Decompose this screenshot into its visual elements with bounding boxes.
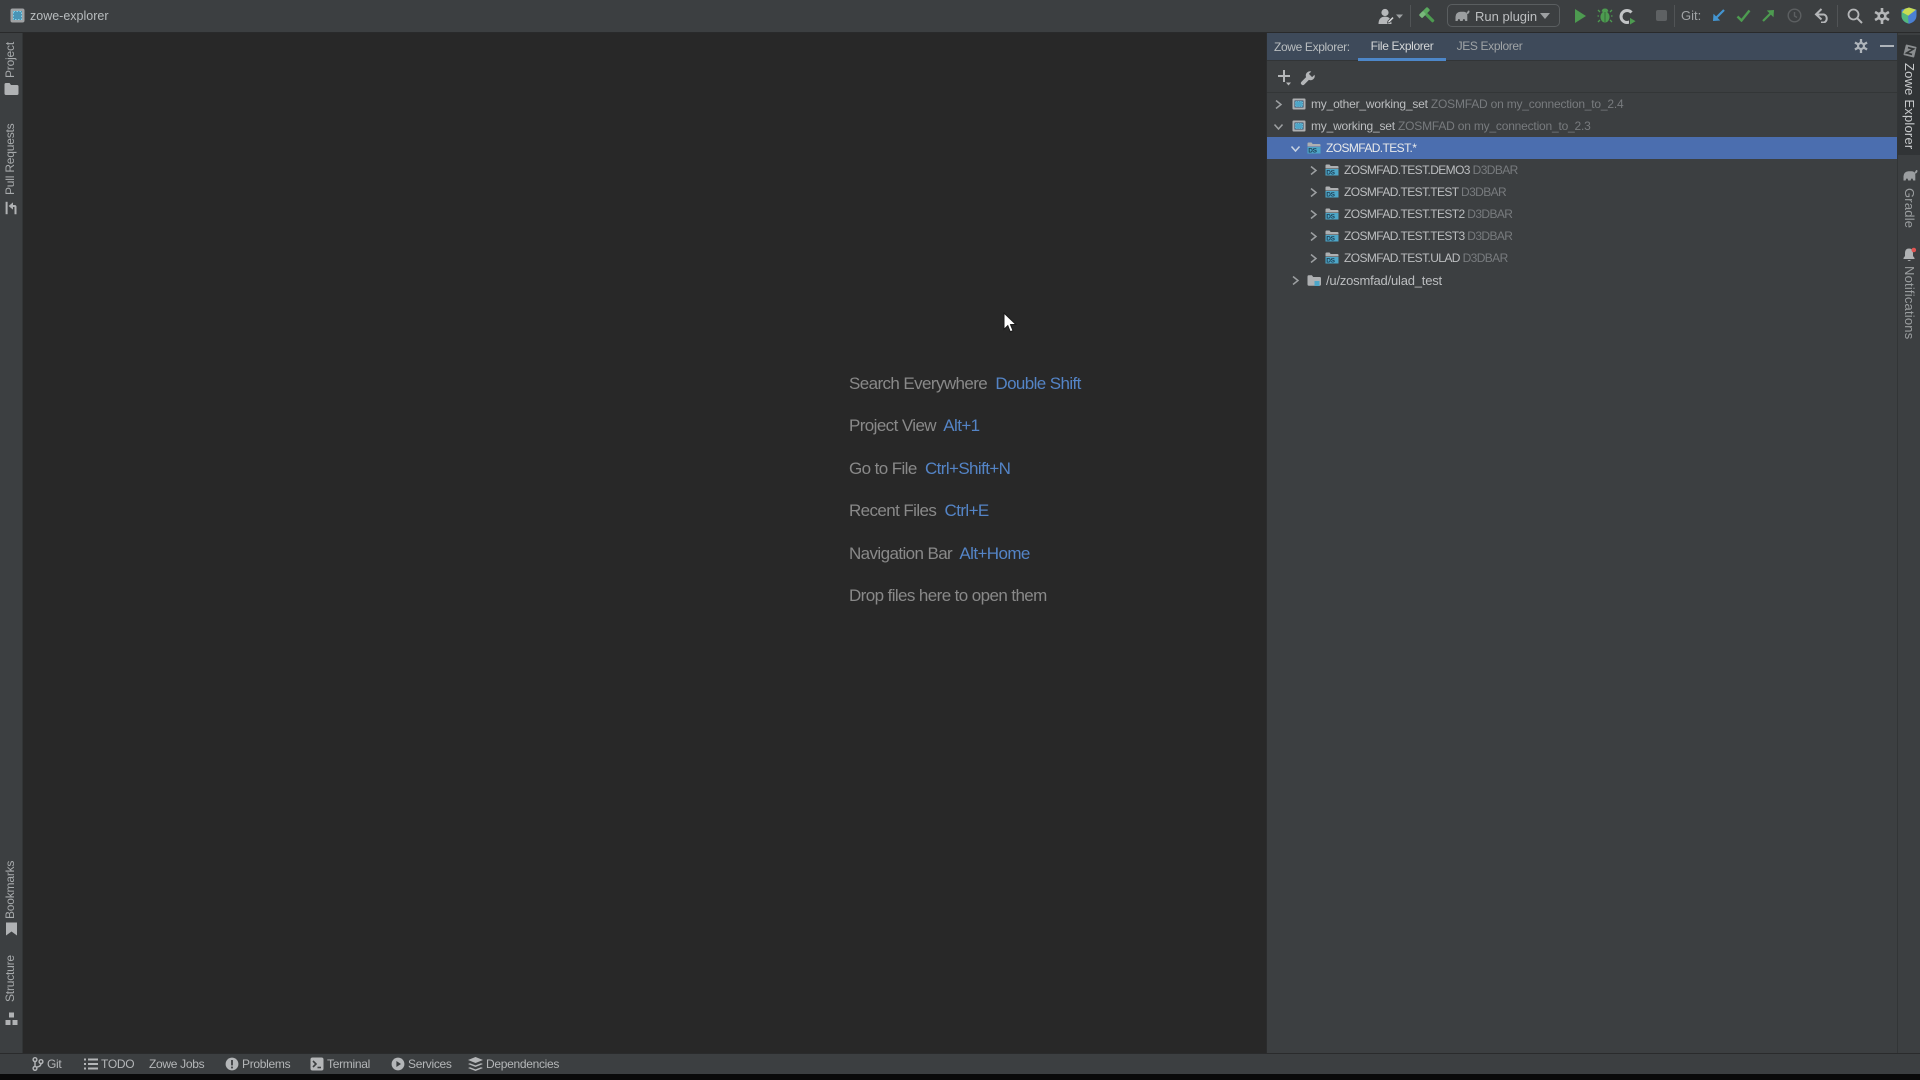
svg-text:DS: DS bbox=[1326, 170, 1335, 177]
svg-text:DS: DS bbox=[1326, 258, 1335, 265]
svg-text:DS: DS bbox=[1308, 148, 1317, 155]
svg-text:DS: DS bbox=[1326, 214, 1335, 221]
svg-text:DS: DS bbox=[1326, 192, 1335, 199]
svg-text:DS: DS bbox=[1326, 236, 1335, 243]
